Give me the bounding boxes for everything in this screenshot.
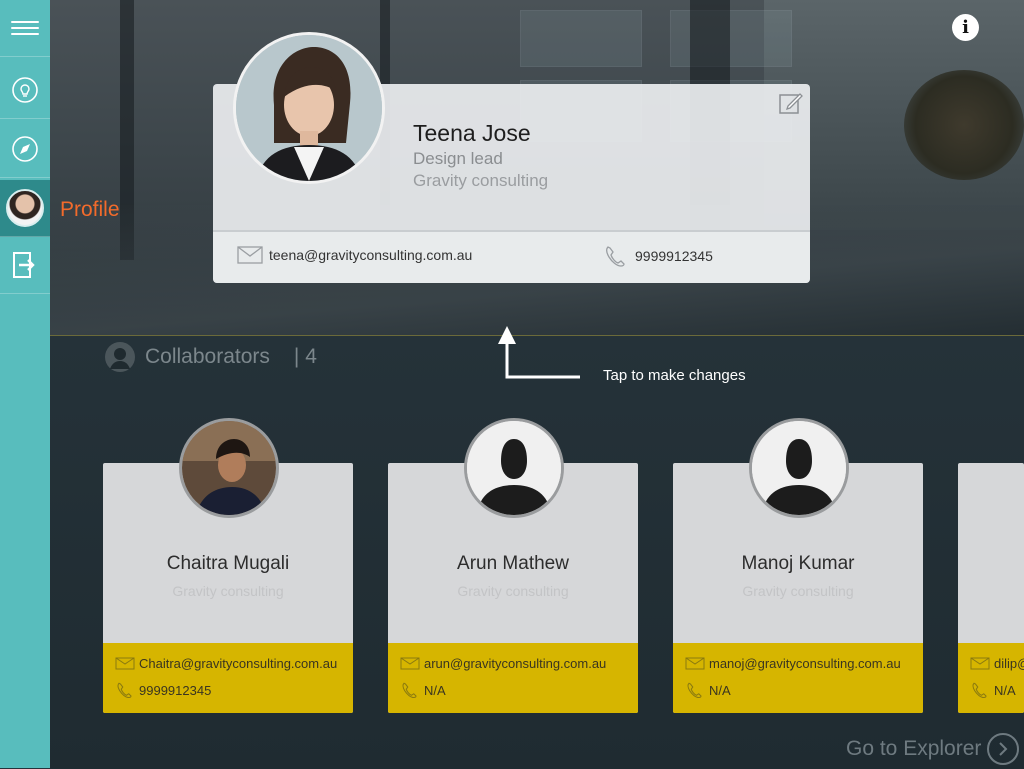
profile-email-text: teena@gravityconsulting.com.au — [269, 247, 473, 263]
silhouette-icon — [752, 421, 846, 515]
hamburger-menu-icon[interactable] — [0, 0, 50, 57]
sidebar-item-profile[interactable] — [0, 180, 50, 237]
mail-icon — [400, 657, 420, 670]
hint-arrow-icon — [498, 326, 580, 379]
info-icon[interactable]: i — [952, 14, 979, 41]
hint-text: Tap to make changes — [603, 367, 746, 384]
user-company: Gravity consulting — [413, 171, 549, 190]
compass-icon[interactable] — [0, 121, 50, 178]
collaborator-company: Gravity consulting — [172, 583, 284, 599]
logout-icon[interactable] — [0, 237, 50, 294]
collaborator-email: arun@gravityconsulting.com.au — [400, 656, 606, 671]
collaborators-count: | 4 — [293, 345, 317, 368]
collaborator-company: Gravity consulting — [457, 583, 569, 599]
collaborator-email: manoj@gravityconsulting.com.au — [685, 656, 901, 671]
collaborator-contact-panel — [958, 643, 1024, 713]
collaborator-name: Chaitra Mugali — [166, 553, 290, 574]
collaborator-company: Gravity consulting — [742, 583, 854, 599]
mail-icon — [115, 657, 135, 670]
user-name: Teena Jose — [413, 120, 531, 146]
edit-icon[interactable] — [778, 90, 804, 116]
collaborator-avatar[interactable] — [179, 418, 279, 518]
profile-phone: 9999912345 — [603, 244, 713, 268]
sidebar-item-profile-label[interactable]: Profile — [60, 198, 120, 222]
go-to-explorer-button[interactable]: Go to Explorer — [846, 733, 1020, 765]
mail-icon — [970, 657, 990, 670]
collaborator-phone-text: N/A — [709, 682, 731, 698]
phone-icon — [402, 682, 417, 699]
user-role: Design lead — [413, 149, 503, 168]
collaborator-contact-panel — [388, 643, 638, 713]
collaborators-header: Collaborators | 4 — [105, 342, 317, 372]
avatar — [6, 189, 44, 227]
collaborator-avatar[interactable] — [749, 418, 849, 518]
collaborator-email-text: arun@gravityconsulting.com.au — [424, 656, 607, 671]
phone-icon — [605, 246, 625, 267]
go-to-explorer-label: Go to Explorer — [846, 737, 982, 760]
background-tree — [904, 70, 1024, 180]
collaborator-phone-text: N/A — [994, 682, 1016, 698]
phone-icon — [687, 682, 702, 699]
collaborator-name: Arun Mathew — [457, 553, 569, 574]
silhouette-icon — [467, 421, 561, 515]
collaborator-phone-text: 9999912345 — [139, 682, 212, 698]
collaborator-phone: N/A — [400, 681, 446, 699]
phone-icon — [117, 682, 132, 699]
collaborator-phone-text: N/A — [424, 682, 446, 698]
mail-icon — [237, 246, 263, 264]
divider — [213, 230, 810, 232]
collaborator-email: dilip@ — [970, 656, 1024, 671]
profile-phone-text: 9999912345 — [635, 248, 713, 264]
collaborator-phone: 9999912345 — [115, 681, 211, 699]
profile-avatar[interactable] — [233, 32, 385, 184]
collaborator-email-text: dilip@ — [994, 656, 1024, 671]
collaborator-email-text: manoj@gravityconsulting.com.au — [709, 656, 901, 671]
collaborator-contact-panel — [103, 643, 353, 713]
profile-email: teena@gravityconsulting.com.au — [237, 246, 472, 264]
chevron-right-icon — [987, 733, 1020, 765]
sidebar — [0, 0, 50, 768]
lightbulb-icon[interactable] — [0, 62, 50, 119]
mail-icon — [685, 657, 705, 670]
collaborator-name: Manoj Kumar — [741, 553, 855, 574]
collaborator-email: Chaitra@gravityconsulting.com.au — [115, 656, 337, 671]
collaborator-avatar[interactable] — [464, 418, 564, 518]
collaborator-contact-panel — [673, 643, 923, 713]
collaborator-phone: N/A — [970, 681, 1016, 699]
collaborator-card[interactable]: dilip@ N/A — [958, 463, 1024, 713]
collaborators-title: Collaborators — [145, 345, 270, 368]
person-icon — [105, 342, 135, 372]
collaborator-phone: N/A — [685, 681, 731, 699]
phone-icon — [972, 682, 987, 699]
collaborator-email-text: Chaitra@gravityconsulting.com.au — [139, 656, 338, 671]
